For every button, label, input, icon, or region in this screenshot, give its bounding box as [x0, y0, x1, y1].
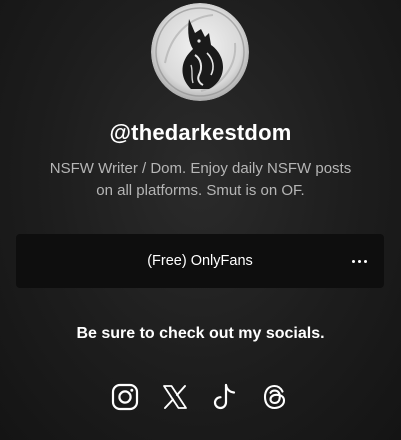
dot [357, 259, 361, 263]
more-dots-icon[interactable] [346, 251, 372, 271]
tiktok-icon[interactable] [209, 381, 241, 413]
link-label: (Free) OnlyFans [147, 253, 253, 269]
social-icons-row [0, 381, 401, 415]
profile-bio: NSFW Writer / Dom. Enjoy daily NSFW post… [49, 160, 352, 199]
dot [351, 259, 355, 263]
x-icon[interactable] [159, 381, 191, 413]
avatar [151, 3, 249, 101]
socials-heading: Be sure to check out my socials. [76, 325, 325, 342]
dot [363, 259, 367, 263]
instagram-icon[interactable] [109, 381, 141, 413]
wolf-logo-icon [151, 3, 249, 101]
threads-icon[interactable] [259, 381, 291, 413]
profile-handle: @thedarkestdom [109, 120, 292, 145]
link-button-onlyfans[interactable]: (Free) OnlyFans [16, 234, 384, 288]
